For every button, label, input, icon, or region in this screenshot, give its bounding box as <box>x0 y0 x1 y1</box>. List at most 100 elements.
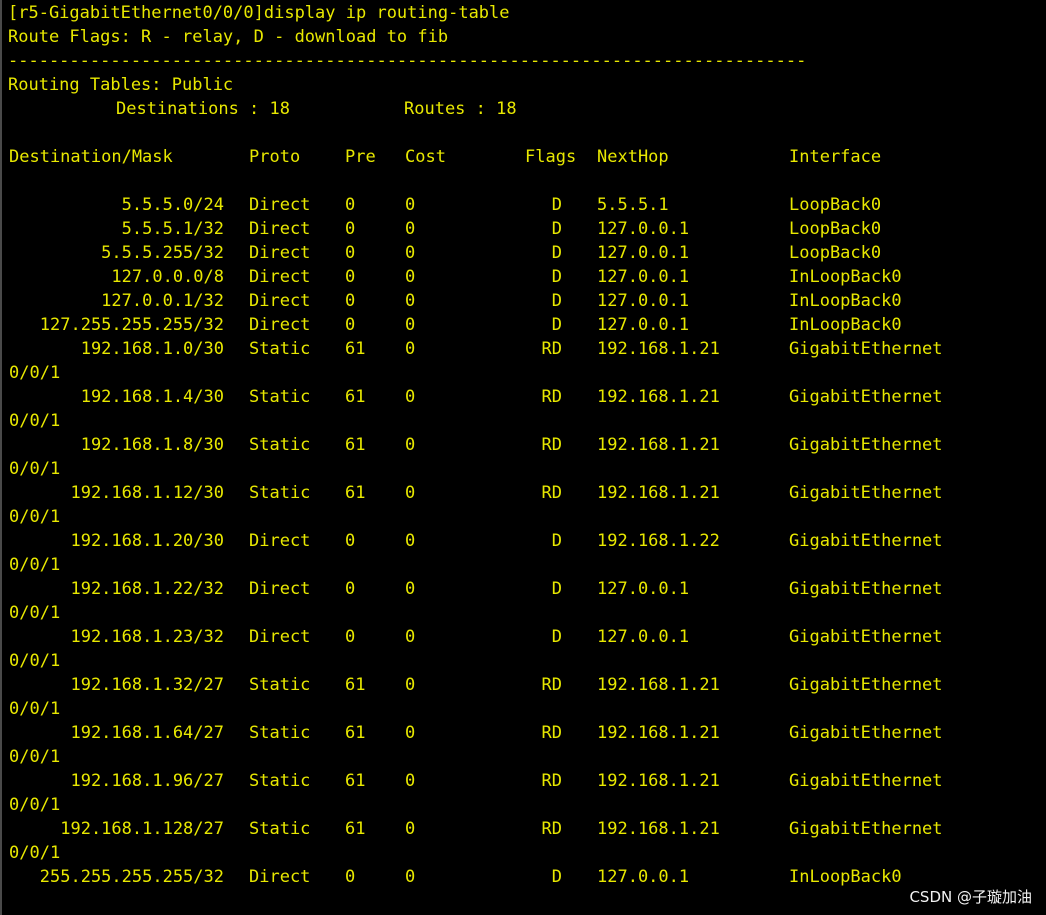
route-destination: 192.168.1.64/27 <box>70 723 224 743</box>
header-destination: Destination/Mask <box>9 147 173 167</box>
route-destination: 255.255.255.255/32 <box>39 867 224 887</box>
route-flags: D <box>551 867 562 887</box>
route-interface: InLoopBack0 <box>789 315 902 335</box>
route-proto: Static <box>249 675 311 695</box>
route-pre: 61 <box>345 387 366 407</box>
route-proto: Direct <box>249 531 311 551</box>
route-interface: GigabitEthernet <box>789 435 943 455</box>
route-nexthop: 127.0.0.1 <box>597 867 690 887</box>
route-pre: 0 <box>345 219 356 239</box>
route-flags: D <box>551 243 562 263</box>
route-cost: 0 <box>405 867 416 887</box>
route-proto: Direct <box>249 243 311 263</box>
route-flags: D <box>551 195 562 215</box>
route-destination: 5.5.5.255/32 <box>101 243 224 263</box>
route-interface: GigabitEthernet <box>789 339 943 359</box>
route-nexthop: 192.168.1.21 <box>597 819 720 839</box>
route-interface: InLoopBack0 <box>789 291 902 311</box>
route-destination: 192.168.1.23/32 <box>70 627 224 647</box>
route-nexthop: 127.0.0.1 <box>597 267 690 287</box>
route-flags: RD <box>541 339 562 359</box>
table-row: 5.5.5.1/32 Direct 0 0 D 127.0.0.1 LoopBack0 <box>2 217 1042 241</box>
route-pre: 61 <box>345 771 366 791</box>
route-flags: D <box>551 267 562 287</box>
route-pre: 0 <box>345 267 356 287</box>
route-flags: D <box>551 579 562 599</box>
route-interface-continuation: 0/0/1 <box>9 843 61 863</box>
table-row: 5.5.5.0/24 Direct 0 0 D 5.5.5.1 LoopBack0 <box>2 193 1042 217</box>
route-proto: Direct <box>249 627 311 647</box>
route-proto: Direct <box>249 267 311 287</box>
route-cost: 0 <box>405 483 416 503</box>
route-flags: RD <box>541 675 562 695</box>
route-flags: D <box>551 291 562 311</box>
route-pre: 0 <box>345 867 356 887</box>
route-pre: 61 <box>345 339 366 359</box>
command-line: [r5-GigabitEthernet0/0/0]display ip rout… <box>8 3 510 23</box>
route-nexthop: 127.0.0.1 <box>597 291 690 311</box>
route-pre: 0 <box>345 195 356 215</box>
route-destination: 192.168.1.22/32 <box>70 579 224 599</box>
route-nexthop: 192.168.1.21 <box>597 723 720 743</box>
route-flags: RD <box>541 435 562 455</box>
route-nexthop: 192.168.1.22 <box>597 531 720 551</box>
route-destination: 5.5.5.1/32 <box>121 219 224 239</box>
route-proto: Static <box>249 819 311 839</box>
route-proto: Static <box>249 387 311 407</box>
table-row: 192.168.1.128/27 Static 61 0 RD 192.168.1.21 G… <box>2 817 1042 841</box>
route-interface: InLoopBack0 <box>789 867 902 887</box>
route-nexthop: 127.0.0.1 <box>597 243 690 263</box>
table-row: 192.168.1.20/30 Direct 0 0 D 192.168.1.22 Giga… <box>2 529 1042 553</box>
route-destination: 192.168.1.8/30 <box>80 435 224 455</box>
route-nexthop: 192.168.1.21 <box>597 387 720 407</box>
route-cost: 0 <box>405 243 416 263</box>
route-nexthop: 127.0.0.1 <box>597 627 690 647</box>
route-nexthop: 192.168.1.21 <box>597 483 720 503</box>
route-destination: 192.168.1.128/27 <box>60 819 224 839</box>
route-destination: 192.168.1.4/30 <box>80 387 224 407</box>
route-interface-continuation: 0/0/1 <box>9 507 61 527</box>
route-destination: 127.0.0.1/32 <box>101 291 224 311</box>
route-flags: D <box>551 219 562 239</box>
route-nexthop: 192.168.1.21 <box>597 771 720 791</box>
route-proto: Direct <box>249 291 311 311</box>
table-row: 192.168.1.64/27 Static 61 0 RD 192.168.1.21 Gi… <box>2 721 1042 745</box>
route-cost: 0 <box>405 291 416 311</box>
route-interface-continuation: 0/0/1 <box>9 459 61 479</box>
route-flags: RD <box>541 771 562 791</box>
route-pre: 61 <box>345 675 366 695</box>
route-flags-legend: Route Flags: R - relay, D - download to … <box>8 27 449 47</box>
route-cost: 0 <box>405 723 416 743</box>
route-destination: 192.168.1.12/30 <box>70 483 224 503</box>
route-flags: D <box>551 315 562 335</box>
route-proto: Direct <box>249 867 311 887</box>
route-pre: 61 <box>345 723 366 743</box>
route-proto: Static <box>249 771 311 791</box>
route-destination: 127.255.255.255/32 <box>39 315 224 335</box>
route-interface: InLoopBack0 <box>789 267 902 287</box>
route-interface: GigabitEthernet <box>789 723 943 743</box>
route-destination: 192.168.1.32/27 <box>70 675 224 695</box>
route-cost: 0 <box>405 315 416 335</box>
route-interface: GigabitEthernet <box>789 579 943 599</box>
route-cost: 0 <box>405 267 416 287</box>
table-row: 192.168.1.8/30 Static 61 0 RD 192.168.1.21 Gig… <box>2 433 1042 457</box>
table-header: Destination/Mask Proto Pre Cost Flags Ne… <box>2 145 1042 169</box>
route-flags: D <box>551 531 562 551</box>
header-flags: Flags <box>525 147 577 167</box>
table-row: 192.168.1.32/27 Static 61 0 RD 192.168.1.21 Gi… <box>2 673 1042 697</box>
header-cost: Cost <box>405 147 446 167</box>
route-nexthop: 127.0.0.1 <box>597 315 690 335</box>
route-flags: RD <box>541 723 562 743</box>
route-nexthop: 192.168.1.21 <box>597 675 720 695</box>
route-cost: 0 <box>405 675 416 695</box>
route-flags: RD <box>541 819 562 839</box>
route-interface-continuation: 0/0/1 <box>9 651 61 671</box>
table-row: 192.168.1.23/32 Direct 0 0 D 127.0.0.1 Gigabit… <box>2 625 1042 649</box>
route-destination: 192.168.1.96/27 <box>70 771 224 791</box>
route-interface: GigabitEthernet <box>789 387 943 407</box>
watermark: CSDN @子璇加油 <box>909 888 1032 906</box>
route-interface: GigabitEthernet <box>789 627 943 647</box>
terminal-window[interactable]: [r5-GigabitEthernet0/0/0]display ip rout… <box>0 0 1046 915</box>
separator-line: ----------------------------------------… <box>8 51 807 71</box>
